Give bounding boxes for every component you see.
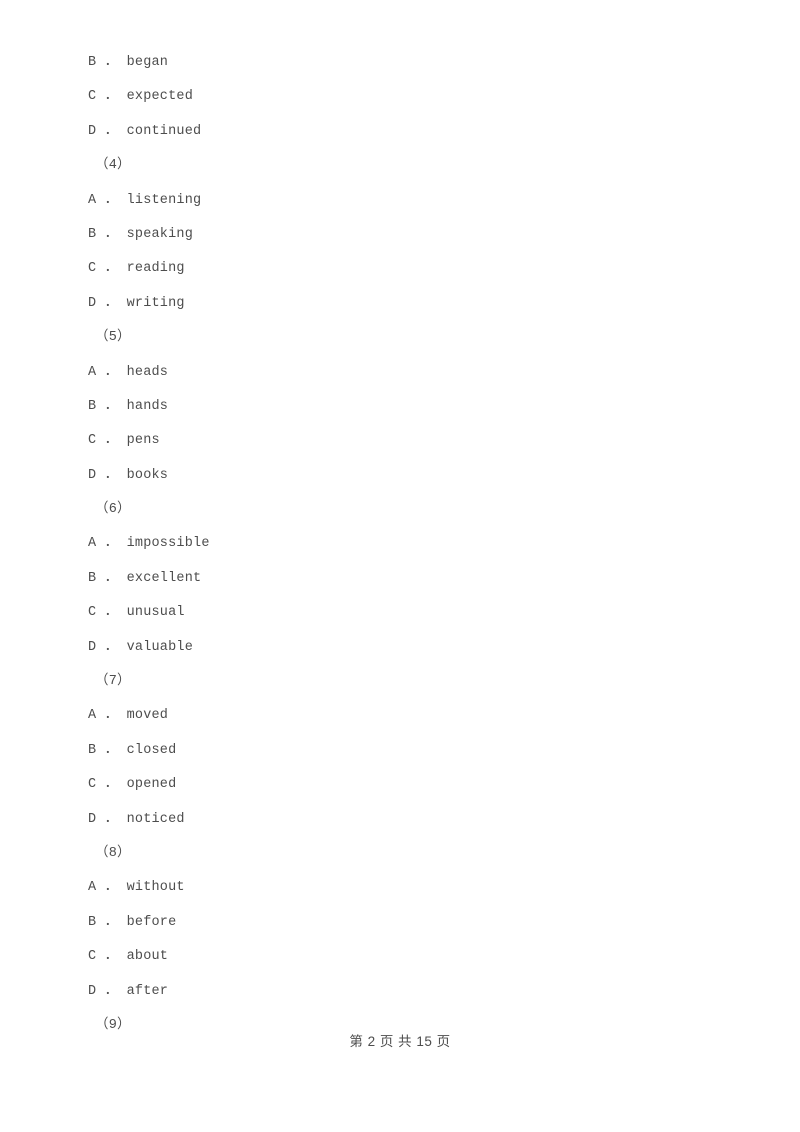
answer-option: D ． writing <box>88 295 185 311</box>
answer-option: A ． moved <box>88 708 169 724</box>
answer-option: A ． impossible <box>88 536 210 552</box>
answer-option: B ． hands <box>88 398 169 414</box>
answer-option: C ． reading <box>88 261 185 277</box>
question-number: （7） <box>95 674 131 690</box>
question-options-list: B ． began C ． expected D ． continued （4） A ．… <box>88 46 708 1043</box>
answer-option: C ． pens <box>88 433 160 449</box>
answer-option: C ． expected <box>88 89 194 105</box>
answer-option: B ． before <box>88 914 177 930</box>
page-footer: 第 2 页 共 15 页 <box>349 1034 451 1049</box>
answer-option: D ． valuable <box>88 639 194 655</box>
answer-option: C ． opened <box>88 777 177 793</box>
answer-option: B ． speaking <box>88 226 194 242</box>
answer-option: D ． noticed <box>88 811 185 827</box>
answer-option: C ． unusual <box>88 605 185 621</box>
answer-option: A ． listening <box>88 192 202 208</box>
question-number: （6） <box>95 502 131 518</box>
question-number: （8） <box>95 845 131 861</box>
answer-option: A ． heads <box>88 364 169 380</box>
answer-option: B ． closed <box>88 742 177 758</box>
answer-option: D ． books <box>88 467 169 483</box>
answer-option: B ． began <box>88 55 169 70</box>
document-page: B ． began C ． expected D ． continued （4） A ．… <box>0 0 800 1132</box>
question-number: （4） <box>95 158 131 174</box>
answer-option: A ． without <box>88 880 185 896</box>
answer-option: C ． about <box>88 949 169 965</box>
answer-option: D ． after <box>88 983 169 999</box>
answer-option: B ． excellent <box>88 570 202 586</box>
question-number: （5） <box>95 330 131 346</box>
answer-option: D ． continued <box>88 123 202 139</box>
